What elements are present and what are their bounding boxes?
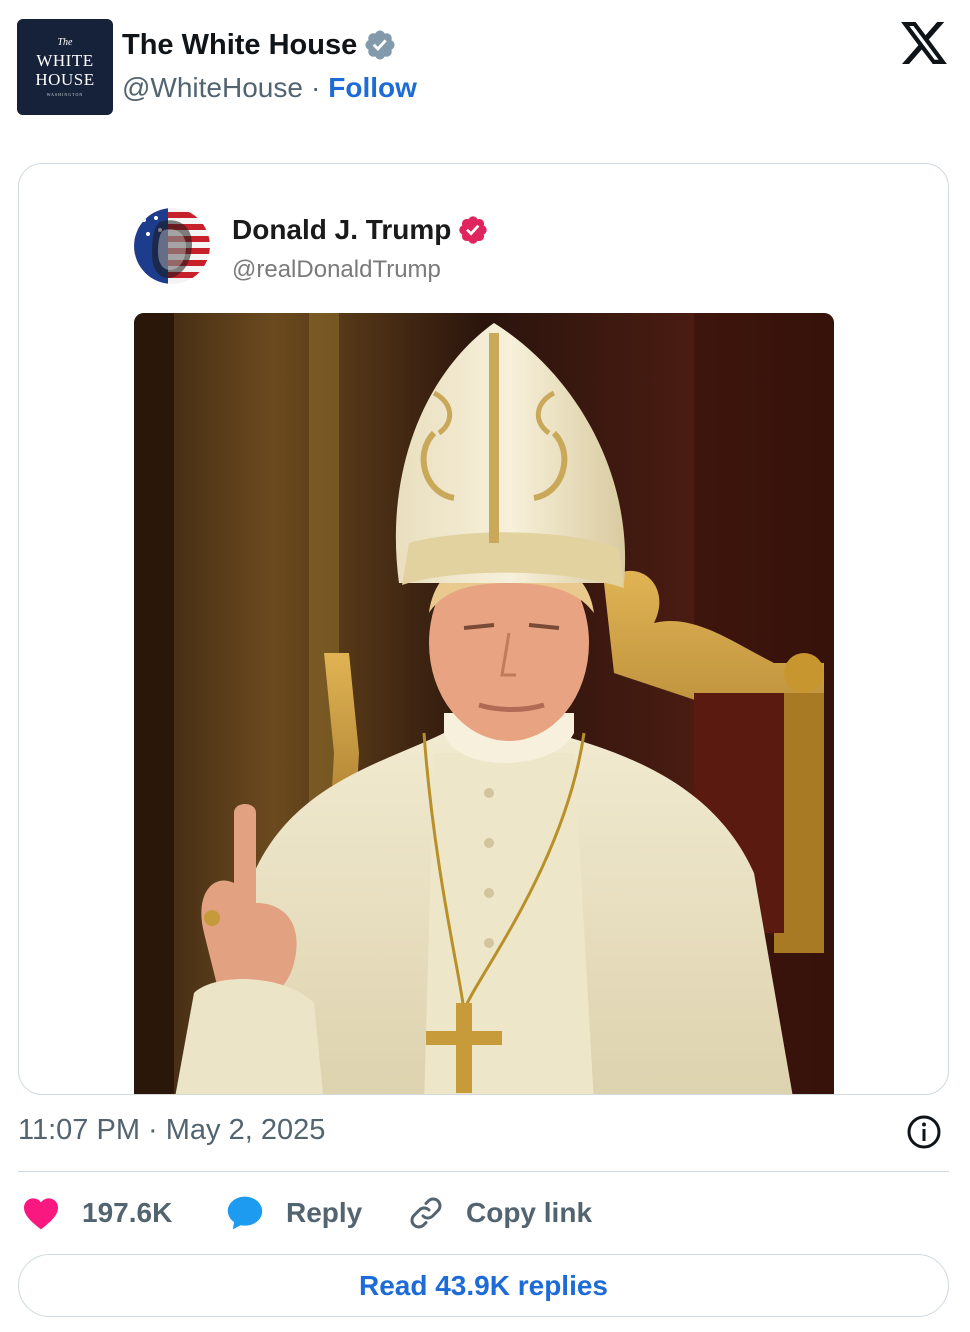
divider (18, 1171, 949, 1172)
avatar-line-white: WHITE (36, 50, 94, 70)
separator-dot: · (310, 72, 321, 103)
author-name-text: The White House (122, 28, 358, 61)
copy-link-button[interactable]: Copy link (408, 1188, 592, 1238)
embedded-post-card[interactable]: Donald J. Trump @realDonaldTrump (18, 163, 949, 1095)
flag-portrait-icon (134, 208, 210, 284)
post-actions: 197.6K Reply Copy link (0, 1188, 970, 1238)
copy-link-label: Copy link (466, 1197, 593, 1228)
x-logo-icon[interactable] (901, 22, 947, 64)
heart-icon (24, 1198, 58, 1230)
like-count: 197.6K (82, 1197, 173, 1228)
avatar-line-the: The (57, 36, 73, 48)
author-handle[interactable]: @WhiteHouse (122, 72, 303, 104)
author-display-name[interactable]: The White House (122, 28, 397, 62)
embedded-author-name[interactable]: Donald J. Trump (232, 214, 489, 246)
reply-label: Reply (286, 1197, 363, 1228)
follow-button[interactable]: Follow (328, 72, 417, 104)
embedded-author-name-text: Donald J. Trump (232, 214, 452, 245)
post-timestamp[interactable]: 11:07 PM · May 2, 2025 (18, 1114, 325, 1147)
post-image[interactable] (134, 313, 834, 1094)
author-handle-row: @WhiteHouse · Follow (122, 72, 417, 104)
like-button[interactable]: 197.6K (22, 1188, 172, 1238)
reply-button[interactable]: Reply (226, 1188, 362, 1238)
read-replies-label: Read 43.9K replies (358, 1269, 609, 1301)
tweet-header: The WHITE HOUSE WASHINGTON The White Hou… (0, 0, 970, 130)
info-icon[interactable] (906, 1114, 942, 1150)
white-house-avatar[interactable]: The WHITE HOUSE WASHINGTON (17, 19, 113, 115)
read-replies-button[interactable]: Read 43.9K replies (18, 1254, 949, 1317)
link-icon (410, 1197, 442, 1229)
verified-badge-icon (459, 216, 488, 244)
photo-pope-icon (134, 313, 834, 1094)
avatar-line-house: HOUSE (35, 69, 95, 89)
embedded-author-handle[interactable]: @realDonaldTrump (232, 256, 441, 284)
avatar-line-washington: WASHINGTON (46, 91, 84, 97)
speech-bubble-icon (227, 1196, 263, 1230)
trump-avatar[interactable] (134, 208, 210, 284)
verified-badge-icon (365, 30, 395, 60)
